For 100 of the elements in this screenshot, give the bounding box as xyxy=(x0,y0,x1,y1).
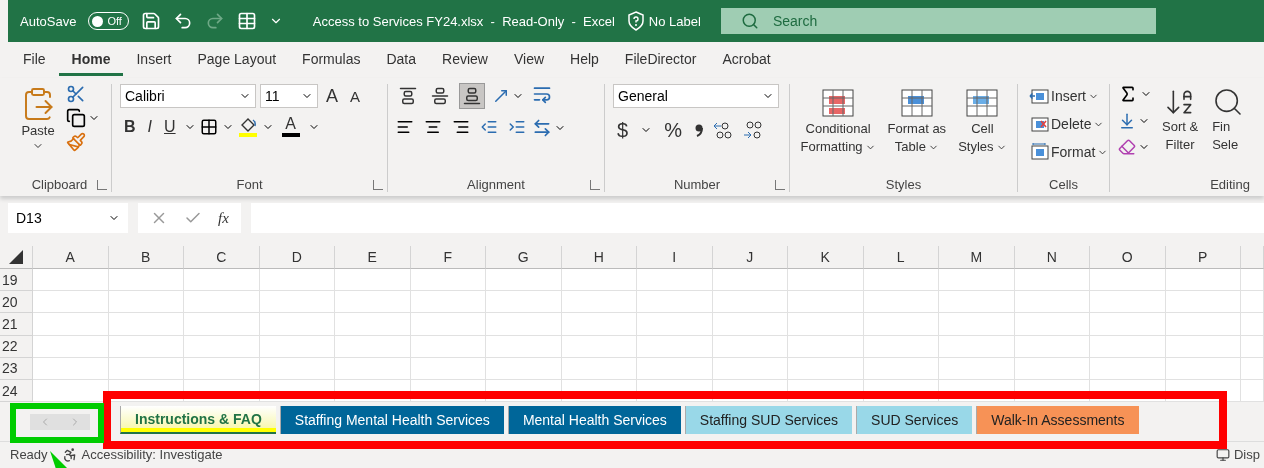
ribbon-tab[interactable]: Formulas xyxy=(289,44,374,76)
grid-cell[interactable] xyxy=(863,357,939,380)
grid-cell[interactable] xyxy=(410,357,486,380)
grid-cell[interactable] xyxy=(335,357,411,380)
column-header[interactable]: I xyxy=(637,246,713,269)
grid-cell[interactable] xyxy=(184,291,260,314)
paste-button[interactable]: Paste xyxy=(16,84,60,154)
orientation-icon[interactable] xyxy=(492,87,510,105)
column-header[interactable]: B xyxy=(108,246,184,269)
grid-cell[interactable] xyxy=(788,269,864,292)
grid-cell[interactable] xyxy=(335,269,411,292)
grid-cell[interactable] xyxy=(863,313,939,336)
sheet-tab[interactable]: Instructions & FAQ xyxy=(120,406,276,435)
column-header[interactable]: H xyxy=(561,246,637,269)
display-icon[interactable] xyxy=(1216,447,1230,462)
row-header[interactable]: 20 xyxy=(0,291,33,314)
dialog-launcher-icon[interactable] xyxy=(775,180,785,190)
increase-font-button[interactable]: A xyxy=(322,85,342,107)
grid-cell[interactable] xyxy=(108,269,184,292)
grid-cell[interactable] xyxy=(637,269,713,292)
grid-cell[interactable] xyxy=(108,335,184,358)
grid-cell[interactable] xyxy=(561,335,637,358)
grid-cell[interactable] xyxy=(1165,269,1241,292)
grid-cell[interactable] xyxy=(712,313,788,336)
ribbon-tab[interactable]: View xyxy=(500,44,558,76)
grid-cell[interactable] xyxy=(184,313,260,336)
dialog-launcher-icon[interactable] xyxy=(373,180,383,190)
accessibility-status[interactable]: Accessibility: Investigate xyxy=(81,447,223,463)
align-left-icon[interactable] xyxy=(396,118,414,136)
grid-cell[interactable] xyxy=(788,335,864,358)
save-icon[interactable] xyxy=(140,11,161,31)
grid-cell[interactable] xyxy=(486,269,562,292)
grid-cell[interactable] xyxy=(184,335,260,358)
column-header[interactable]: N xyxy=(1014,246,1090,269)
grid-cell[interactable] xyxy=(33,357,109,380)
search-field[interactable]: Search xyxy=(720,8,1156,34)
grid-cell[interactable] xyxy=(259,335,335,358)
grid-cell[interactable] xyxy=(637,357,713,380)
currency-button[interactable]: $ xyxy=(613,118,633,142)
scissors-icon[interactable] xyxy=(66,84,86,104)
sheet-tab[interactable]: Staffing Mental Health Services xyxy=(279,406,504,435)
grid-cell[interactable] xyxy=(939,357,1015,380)
row-header[interactable]: 24 xyxy=(0,379,33,403)
grid-cell[interactable] xyxy=(1241,313,1264,336)
grid-cell[interactable] xyxy=(561,269,637,292)
grid-cell[interactable] xyxy=(1241,335,1264,358)
grid-cell[interactable] xyxy=(184,357,260,380)
name-box[interactable]: D13 xyxy=(8,203,128,233)
grid-cell[interactable] xyxy=(486,335,562,358)
bold-button[interactable]: B xyxy=(120,116,140,137)
style-button[interactable]: Cell Styles xyxy=(954,84,1011,158)
grid-cell[interactable] xyxy=(1241,269,1264,292)
grid-cell[interactable] xyxy=(1014,269,1090,292)
grid-cell[interactable] xyxy=(863,335,939,358)
grid-cell[interactable] xyxy=(410,313,486,336)
ribbon-tab[interactable]: File xyxy=(10,44,59,76)
dialog-launcher-icon[interactable] xyxy=(97,180,107,190)
ribbon-tab[interactable]: Page Layout xyxy=(184,44,290,76)
sheet-tab[interactable]: Mental Health Services xyxy=(507,406,681,435)
grid-cell[interactable] xyxy=(863,269,939,292)
grid-cell[interactable] xyxy=(108,313,184,336)
grid-cell[interactable] xyxy=(486,357,562,380)
grid-cell[interactable] xyxy=(712,335,788,358)
grid-cell[interactable] xyxy=(561,313,637,336)
column-header[interactable]: L xyxy=(863,246,939,269)
copy-icon[interactable] xyxy=(66,108,86,128)
row-header[interactable]: 23 xyxy=(0,357,33,380)
display-settings-label[interactable]: Disp xyxy=(1234,447,1260,463)
column-header[interactable]: G xyxy=(486,246,562,269)
cells-button[interactable]: Insert xyxy=(1026,84,1112,108)
grid-cell[interactable] xyxy=(335,335,411,358)
underline-button[interactable]: U xyxy=(160,116,180,137)
grid-cell[interactable] xyxy=(637,313,713,336)
decrease-font-button[interactable]: A xyxy=(346,86,365,106)
grid-cell[interactable] xyxy=(410,335,486,358)
column-header[interactable]: C xyxy=(184,246,260,269)
table-icon[interactable] xyxy=(236,11,257,31)
merge-icon[interactable] xyxy=(532,118,552,138)
sort-filter-button[interactable]: Sort & Filter xyxy=(1158,84,1203,156)
grid-cell[interactable] xyxy=(335,313,411,336)
column-header[interactable]: D xyxy=(259,246,335,269)
grid-cell[interactable] xyxy=(712,269,788,292)
grid-cell[interactable] xyxy=(259,269,335,292)
grid-cell[interactable] xyxy=(1165,291,1241,314)
ribbon-tab[interactable]: Review xyxy=(429,44,501,76)
font-name-dropdown[interactable]: Calibri xyxy=(120,84,256,108)
sheet-scroll-control[interactable] xyxy=(30,414,90,431)
grid-cell[interactable] xyxy=(788,357,864,380)
column-header[interactable]: J xyxy=(712,246,788,269)
borders-icon[interactable] xyxy=(199,117,218,136)
column-header[interactable]: E xyxy=(335,246,411,269)
insert-function-button[interactable]: fx xyxy=(218,209,229,227)
grid-cell[interactable] xyxy=(939,335,1015,358)
font-color-button[interactable]: A xyxy=(277,114,304,139)
increase-decimal-icon[interactable] xyxy=(711,120,734,140)
column-header[interactable]: M xyxy=(939,246,1015,269)
grid-cell[interactable] xyxy=(486,291,562,314)
row-header[interactable]: 21 xyxy=(0,313,33,336)
align-center-icon[interactable] xyxy=(424,118,442,136)
cells-button[interactable]: Format xyxy=(1026,140,1112,164)
